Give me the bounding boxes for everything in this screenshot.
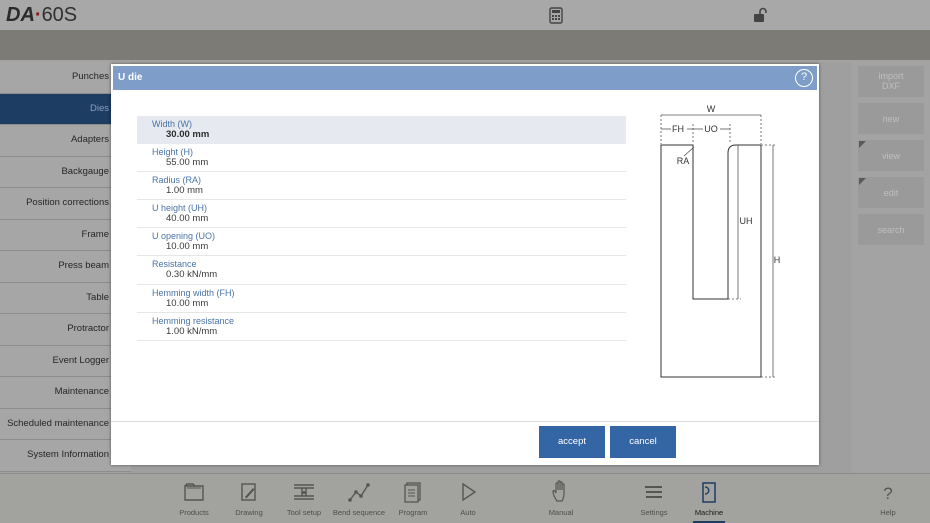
dialog-divider (111, 421, 819, 422)
import-dxf-button[interactable]: import DXF (858, 66, 924, 97)
view-button[interactable]: view (858, 140, 924, 171)
dimension-label-w: W (707, 104, 716, 114)
program-icon (404, 482, 421, 503)
edit-button[interactable]: edit (858, 177, 924, 208)
param-label: Width (W) (152, 119, 192, 129)
top-bar: DA·60S (0, 0, 930, 30)
nav-auto[interactable]: Auto (438, 480, 498, 517)
nav-machine[interactable]: Machine (679, 480, 739, 517)
param-row-radius[interactable]: Radius (RA) 1.00 mm (137, 172, 626, 201)
param-value: 1.00 mm (166, 185, 203, 197)
param-value: 55.00 mm (166, 157, 209, 169)
nav-label: Settings (640, 508, 668, 517)
nav-label: Machine (694, 508, 724, 517)
param-row-hemming-resistance[interactable]: Hemming resistance 1.00 kN/mm (137, 313, 626, 341)
corner-marker-icon (859, 141, 866, 148)
param-label: U opening (UO) (152, 231, 216, 242)
dimension-label-ra: RA (677, 156, 690, 166)
param-value: 10.00 mm (166, 297, 209, 309)
dimension-label-uo: UO (704, 124, 718, 134)
nav-bend-sequence[interactable]: Bend sequence (329, 480, 389, 517)
nav-label: Auto (460, 508, 476, 517)
help-icon: ? (883, 484, 892, 503)
nav-manual[interactable]: Manual (531, 480, 591, 517)
nav-label: Products (179, 508, 209, 517)
param-label: Height (H) (152, 147, 194, 158)
svg-text:?: ? (883, 484, 892, 503)
nav-program[interactable]: Program (383, 480, 443, 517)
u-die-diagram: W FH UO RA UH H (660, 104, 781, 378)
drawing-icon (241, 483, 256, 501)
nav-help[interactable]: ? Help (858, 480, 918, 517)
param-label: Resistance (152, 259, 197, 270)
param-value: 40.00 mm (166, 213, 209, 225)
nav-label: Tool setup (286, 508, 322, 517)
parameter-list: Width (W) 30.00 mm Height (H) 55.00 mm R… (137, 116, 626, 341)
help-icon[interactable]: ? (795, 69, 813, 87)
param-value: 0.30 kN/mm (166, 269, 218, 281)
nav-label: Help (880, 508, 896, 517)
param-row-width[interactable]: Width (W) 30.00 mm (137, 116, 626, 145)
param-label: U height (UH) (152, 203, 208, 214)
new-button[interactable]: new (858, 103, 924, 134)
nav-label: Manual (548, 508, 574, 517)
unlock-icon[interactable] (752, 7, 768, 28)
bend-sequence-icon (348, 483, 370, 502)
search-button[interactable]: search (858, 214, 924, 245)
accept-button[interactable]: accept (539, 426, 605, 458)
hand-icon (552, 480, 565, 502)
param-row-height[interactable]: Height (H) 55.00 mm (137, 144, 626, 173)
app-logo: DA·60S (6, 4, 78, 26)
dialog-title: U die (118, 72, 143, 83)
param-label: Hemming width (FH) (152, 287, 235, 298)
param-value: 30.00 mm (166, 129, 210, 140)
param-value: 10.00 mm (166, 241, 209, 253)
param-row-resistance[interactable]: Resistance 0.30 kN/mm (137, 256, 626, 285)
u-die-dialog: U die ? Width (W) 30.00 mm Height (H) 55… (111, 64, 819, 465)
nav-drawing[interactable]: Drawing (219, 480, 279, 517)
bottom-navigation: Products Drawing Tool setup Bend sequenc… (0, 473, 930, 523)
param-label: Hemming resistance (152, 315, 235, 326)
folder-icon (184, 483, 204, 501)
param-row-u-opening[interactable]: U opening (UO) 10.00 mm (137, 228, 626, 257)
u-die-profile (660, 144, 762, 378)
nav-tool-setup[interactable]: Tool setup (274, 480, 334, 517)
nav-label: Drawing (235, 508, 263, 517)
play-icon (462, 482, 477, 502)
tool-setup-icon (294, 484, 314, 500)
nav-products[interactable]: Products (164, 480, 224, 517)
nav-label: Bend sequence (332, 508, 386, 517)
corner-marker-icon (859, 178, 866, 185)
nav-label: Program (398, 508, 428, 517)
cancel-button[interactable]: cancel (610, 426, 676, 458)
machine-icon (702, 482, 716, 503)
dimension-label-uh: UH (740, 216, 753, 226)
dimension-label-h: H (774, 255, 781, 265)
calculator-icon[interactable] (549, 7, 563, 29)
nav-settings[interactable]: Settings (624, 480, 684, 517)
param-row-u-height[interactable]: U height (UH) 40.00 mm (137, 200, 626, 229)
settings-list-icon (644, 485, 662, 498)
right-action-panel: import DXF new view edit search (858, 66, 924, 251)
param-row-hemming-width[interactable]: Hemming width (FH) 10.00 mm (137, 285, 626, 313)
param-label: Radius (RA) (152, 175, 202, 186)
dimension-label-fh: FH (672, 124, 684, 134)
sub-header-bar (0, 30, 930, 60)
dialog-header: U die ? (113, 66, 817, 90)
param-value: 1.00 kN/mm (166, 325, 218, 337)
